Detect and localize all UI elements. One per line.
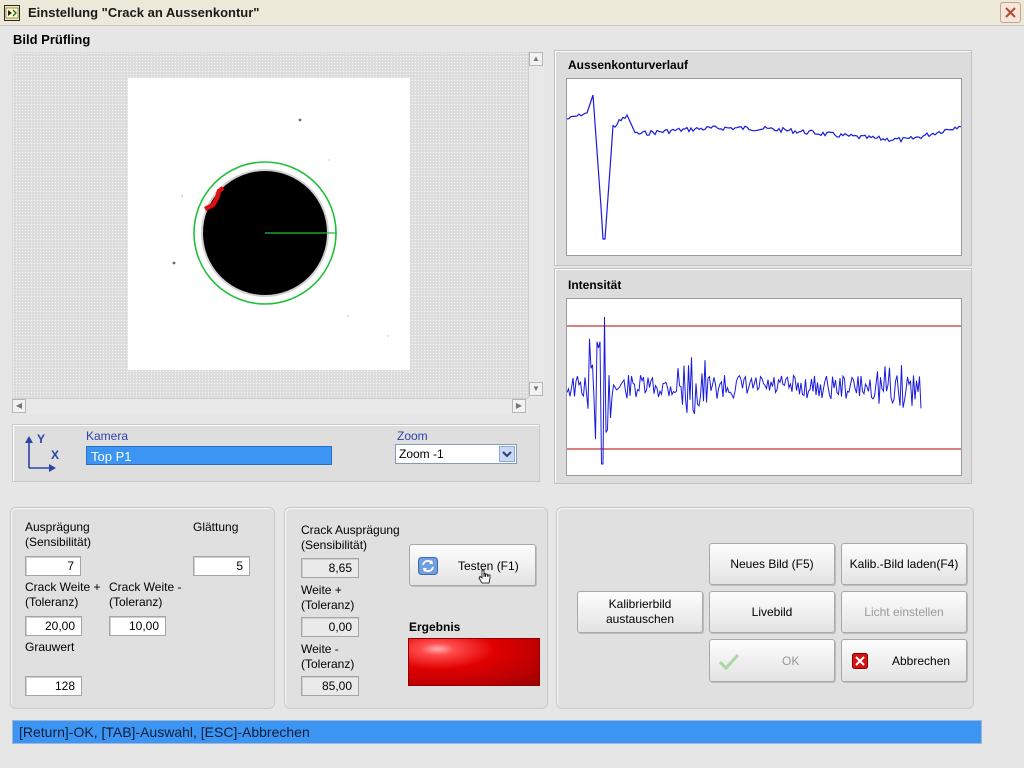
cancel-button[interactable]: Abbrechen — [841, 639, 967, 682]
weite-plus-label: Weite + — [301, 583, 342, 597]
scroll-down-icon[interactable]: ▼ — [529, 382, 543, 396]
crack-weite-minus-input[interactable]: 10,00 — [109, 616, 166, 636]
specimen-image — [128, 78, 410, 370]
image-viewer[interactable] — [12, 52, 528, 398]
replace-calibration-line1: Kalibrierbild — [608, 597, 672, 611]
ok-button-label: OK — [782, 654, 800, 668]
image-vertical-scrollbar[interactable]: ▲ ▼ — [528, 52, 544, 398]
zoom-value: Zoom -1 — [399, 447, 444, 461]
scroll-left-icon[interactable]: ◀ — [12, 399, 26, 413]
auspraegung-input[interactable]: 7 — [25, 556, 81, 576]
camera-label: Kamera — [86, 429, 129, 443]
close-button[interactable] — [1000, 2, 1021, 23]
light-settings-button[interactable]: Licht einstellen — [841, 591, 967, 633]
crack-weite-minus-label: Crack Weite - — [109, 580, 182, 594]
glaettung-input[interactable]: 5 — [193, 556, 250, 576]
checkmark-icon — [718, 652, 740, 673]
test-button[interactable]: Testen (F1) — [409, 544, 536, 586]
crack-weite-minus-sub-label: (Toleranz) — [109, 595, 163, 609]
refresh-icon — [418, 557, 438, 578]
weite-minus-value: 85,00 — [301, 676, 359, 696]
camera-field[interactable]: Top P1 — [86, 446, 332, 465]
axis-y-label: Y — [37, 432, 46, 446]
weite-minus-sub-label: (Toleranz) — [301, 657, 355, 671]
scroll-right-icon[interactable]: ▶ — [512, 399, 526, 413]
load-calibration-image-button[interactable]: Kalib.-Bild laden(F4) — [841, 543, 967, 585]
intensity-plot — [566, 298, 962, 476]
window-title: Einstellung "Crack an Aussenkontur" — [28, 5, 260, 20]
intensity-trace — [566, 316, 922, 465]
crack-weite-plus-label: Crack Weite + — [25, 580, 101, 594]
crack-auspraegung-label: Crack Ausprägung — [301, 523, 400, 537]
title-bar: Einstellung "Crack an Aussenkontur" — [0, 0, 1024, 26]
crack-weite-plus-input[interactable]: 20,00 — [25, 616, 82, 636]
cancel-x-icon — [852, 653, 868, 672]
app-icon — [4, 5, 20, 21]
replace-calibration-line2: austauschen — [605, 612, 675, 626]
result-indicator — [408, 638, 540, 686]
grauwert-label: Grauwert — [25, 640, 75, 654]
new-image-button[interactable]: Neues Bild (F5) — [709, 543, 835, 585]
status-bar: [Return]-OK, [TAB]-Auswahl, [ESC]-Abbrec… — [12, 720, 982, 744]
scroll-up-icon[interactable]: ▲ — [529, 52, 543, 66]
hand-cursor-icon — [478, 569, 492, 588]
weite-plus-sub-label: (Toleranz) — [301, 598, 355, 612]
contour-graph-title: Aussenkonturverlauf — [568, 58, 689, 72]
axis-x-label: X — [51, 448, 60, 462]
intensity-graph-title: Intensität — [568, 278, 622, 292]
ok-button[interactable]: OK — [709, 639, 835, 682]
live-image-button[interactable]: Livebild — [709, 591, 835, 633]
result-label: Ergebnis — [409, 620, 461, 634]
image-section-title: Bild Prüfling — [13, 32, 91, 47]
auspraegung-sub-label: (Sensibilität) — [25, 535, 92, 549]
contour-trace — [566, 94, 962, 240]
auspraegung-label: Ausprägung — [25, 520, 90, 534]
close-icon — [1005, 7, 1016, 18]
chevron-down-icon[interactable] — [499, 446, 515, 462]
cancel-button-label: Abbrechen — [892, 654, 951, 668]
image-horizontal-scrollbar[interactable]: ◀ ▶ — [12, 398, 528, 414]
weite-plus-value: 0,00 — [301, 617, 359, 637]
zoom-select[interactable]: Zoom -1 — [395, 444, 517, 464]
glaettung-label: Glättung — [193, 520, 239, 534]
crack-weite-plus-sub-label: (Toleranz) — [25, 595, 79, 609]
crack-auspraegung-value: 8,65 — [301, 558, 359, 578]
crack-auspraegung-sub-label: (Sensibilität) — [301, 538, 368, 552]
contour-plot — [566, 78, 962, 256]
replace-calibration-image-button[interactable]: Kalibrierbild austauschen — [577, 591, 703, 633]
grauwert-input[interactable]: 128 — [25, 676, 82, 696]
weite-minus-label: Weite - — [301, 642, 339, 656]
zoom-label: Zoom — [397, 429, 428, 443]
